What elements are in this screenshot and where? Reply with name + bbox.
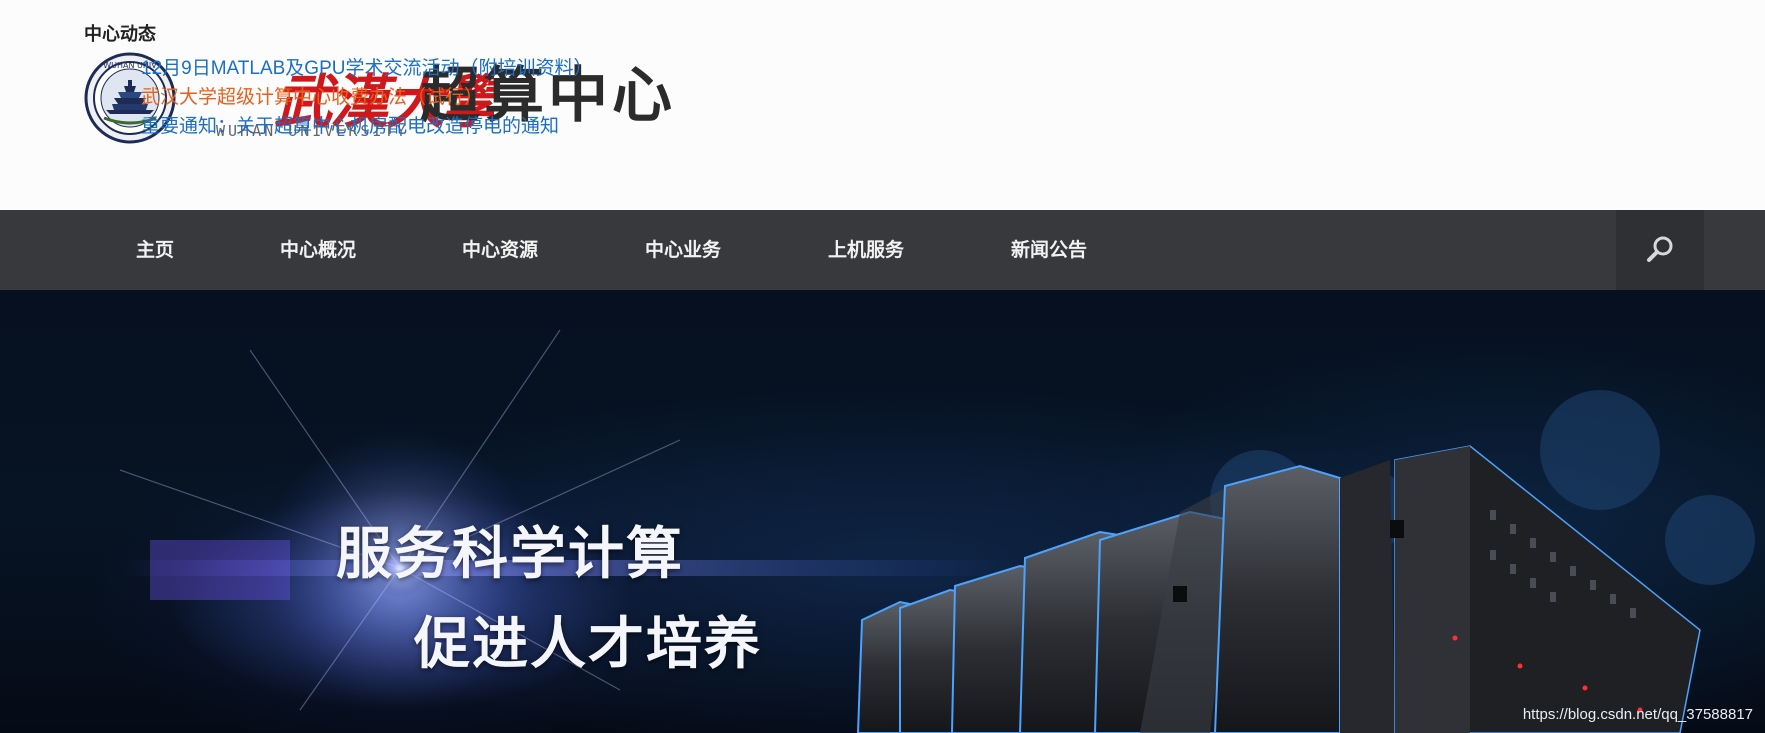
- main-navbar: 主页 中心概况 中心资源 中心业务 上机服务 新闻公告: [0, 210, 1765, 290]
- hero-slogan-line-2: 促进人才培养: [414, 612, 762, 677]
- page: WUHAN UNIV 武漢大學 超算中心 WUHAN UNIVERSITY 中心…: [0, 0, 1765, 733]
- nav-item-resources[interactable]: 中心资源: [462, 210, 538, 290]
- news-title: 中心动态: [84, 24, 156, 45]
- site-header: WUHAN UNIV 武漢大學 超算中心 WUHAN UNIVERSITY 中心…: [0, 0, 1765, 210]
- nav-item-home[interactable]: 主页: [136, 210, 174, 290]
- supercomputer-illustration: [119, 329, 1755, 733]
- news-item-matlab-gpu[interactable]: 12月9日MATLAB及GPU学术交流活动（附培训资料）: [141, 54, 784, 83]
- search-button[interactable]: [1616, 210, 1704, 290]
- hero-slogan-line-1: 服务科学计算: [336, 522, 684, 587]
- nav-item-news[interactable]: 新闻公告: [1011, 210, 1087, 290]
- hero-banner: 服务科学计算 促进人才培养 https://blog.csdn.net/qq_3…: [0, 290, 1765, 733]
- news-item-power-notice[interactable]: 重要通知：关于超算中心机房配电改造停电的通知: [141, 112, 784, 141]
- nav-item-overview[interactable]: 中心概况: [280, 210, 356, 290]
- news-panel: 中心动态 12月9日MATLAB及GPU学术交流活动（附培训资料） 武汉大学超级…: [84, 22, 784, 141]
- nav-item-computing-service[interactable]: 上机服务: [828, 210, 904, 290]
- watermark-url: https://blog.csdn.net/qq_37588817: [1522, 706, 1753, 723]
- nav-item-business[interactable]: 中心业务: [645, 210, 721, 290]
- news-item-fee-policy[interactable]: 武汉大学超级计算中心收费办法（试行）: [141, 83, 784, 112]
- search-icon: [1647, 236, 1673, 262]
- news-list: 12月9日MATLAB及GPU学术交流活动（附培训资料） 武汉大学超级计算中心收…: [84, 54, 784, 141]
